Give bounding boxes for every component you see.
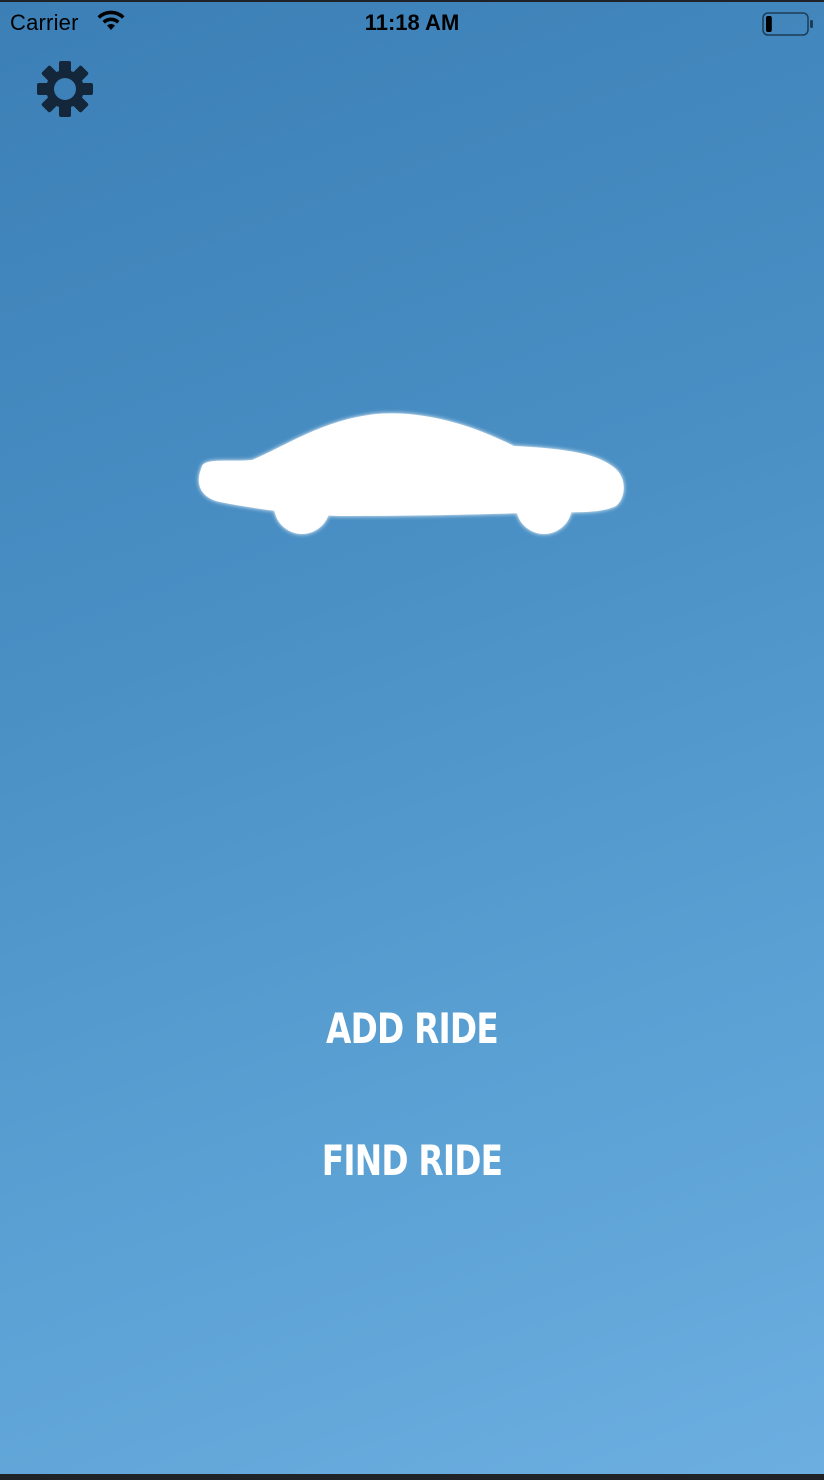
car-image: [198, 413, 624, 534]
add-ride-button[interactable]: ADD RIDE: [295, 994, 529, 1064]
battery-icon: [762, 12, 813, 36]
status-time: 11:18 AM: [364, 10, 460, 35]
gear-icon[interactable]: [34, 58, 96, 120]
status-bar: Carrier 11:18 AM: [0, 2, 824, 44]
home-screen: Carrier 11:18 AM ADD RIDE FIND RIDE: [0, 2, 824, 1474]
find-ride-button[interactable]: FIND RIDE: [295, 1126, 529, 1196]
